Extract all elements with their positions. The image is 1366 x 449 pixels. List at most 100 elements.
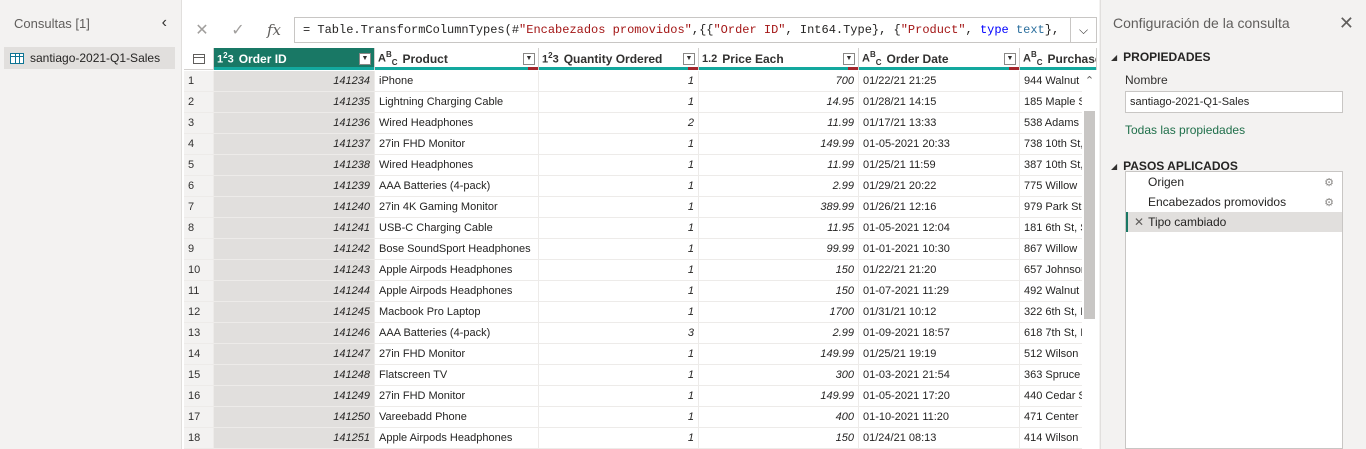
table-cell[interactable]: 149.99 xyxy=(699,134,859,155)
table-row[interactable]: 1 141234 iPhone 1 700 01/22/21 21:25 944 Walnu… xyxy=(184,71,1097,92)
table-cell[interactable]: Apple Airpods Headphones xyxy=(375,428,539,449)
close-icon[interactable]: ✕ xyxy=(1339,13,1354,34)
table-cell[interactable]: 141243 xyxy=(214,260,375,281)
table-cell[interactable]: 2.99 xyxy=(699,323,859,344)
table-cell[interactable]: 01-01-2021 10:30 xyxy=(859,239,1020,260)
table-cell[interactable]: 141251 xyxy=(214,428,375,449)
table-cell[interactable]: 01-03-2021 21:54 xyxy=(859,365,1020,386)
table-cell[interactable]: 01/25/21 11:59 xyxy=(859,155,1020,176)
all-properties-link[interactable]: Todas las propiedades xyxy=(1101,123,1366,137)
table-row[interactable]: 11 141244 Apple Airpods Headphones 1 150 01-0… xyxy=(184,281,1097,302)
table-cell[interactable]: 1 xyxy=(539,281,699,302)
table-cell[interactable]: 01-07-2021 11:29 xyxy=(859,281,1020,302)
table-cell[interactable]: Apple Airpods Headphones xyxy=(375,281,539,302)
table-cell[interactable]: 27in 4K Gaming Monitor xyxy=(375,197,539,218)
table-row[interactable]: 4 141237 27in FHD Monitor 1 149.99 01-05-2021… xyxy=(184,134,1097,155)
decimal-type-icon[interactable]: 1.2 xyxy=(702,53,717,65)
table-cell[interactable]: Bose SoundSport Headphones xyxy=(375,239,539,260)
integer-type-icon[interactable]: 123 xyxy=(542,51,559,66)
table-cell[interactable]: 141246 xyxy=(214,323,375,344)
applied-step[interactable]: Origen ⚙ xyxy=(1126,172,1342,192)
chevron-down-icon[interactable]: ⌵ xyxy=(1071,17,1097,43)
table-cell[interactable]: Wired Headphones xyxy=(375,113,539,134)
table-cell[interactable]: 11.99 xyxy=(699,155,859,176)
filter-dropdown-icon[interactable]: ▼ xyxy=(1004,52,1016,65)
filter-dropdown-icon[interactable]: ▼ xyxy=(683,52,695,65)
table-cell[interactable]: 14.95 xyxy=(699,92,859,113)
table-row[interactable]: 12 141245 Macbook Pro Laptop 1 1700 01/31/21 … xyxy=(184,302,1097,323)
column-header[interactable]: ABC Order Date ▼ xyxy=(859,48,1020,70)
table-cell[interactable]: 27in FHD Monitor xyxy=(375,344,539,365)
table-cell[interactable]: 141234 xyxy=(214,71,375,92)
chevron-left-icon[interactable]: ‹ xyxy=(162,14,167,32)
table-cell[interactable]: 1 xyxy=(539,407,699,428)
table-row[interactable]: 8 141241 USB-C Charging Cable 1 11.95 01-05-2… xyxy=(184,218,1097,239)
table-cell[interactable]: Macbook Pro Laptop xyxy=(375,302,539,323)
table-cell[interactable]: 141249 xyxy=(214,386,375,407)
properties-section[interactable]: ◢ PROPIEDADES xyxy=(1101,50,1366,64)
table-row[interactable]: 3 141236 Wired Headphones 2 11.99 01/17/21 13… xyxy=(184,113,1097,134)
table-cell[interactable]: 141250 xyxy=(214,407,375,428)
table-row[interactable]: 14 141247 27in FHD Monitor 1 149.99 01/25/21 … xyxy=(184,344,1097,365)
table-cell[interactable]: 27in FHD Monitor xyxy=(375,386,539,407)
table-cell[interactable]: 1 xyxy=(539,71,699,92)
table-cell[interactable]: 149.99 xyxy=(699,344,859,365)
table-cell[interactable]: 700 xyxy=(699,71,859,92)
table-cell[interactable]: Lightning Charging Cable xyxy=(375,92,539,113)
query-item[interactable]: santiago-2021-Q1-Sales xyxy=(4,47,175,69)
table-cell[interactable]: 150 xyxy=(699,428,859,449)
column-header[interactable]: ABC Product ▼ xyxy=(375,48,539,70)
table-cell[interactable]: 1 xyxy=(539,92,699,113)
cancel-icon[interactable]: ✕ xyxy=(184,16,220,44)
table-cell[interactable]: 141240 xyxy=(214,197,375,218)
check-icon[interactable]: ✓ xyxy=(220,16,256,44)
table-cell[interactable]: 1 xyxy=(539,239,699,260)
table-cell[interactable]: 300 xyxy=(699,365,859,386)
table-cell[interactable]: 141242 xyxy=(214,239,375,260)
table-cell[interactable]: 01/22/21 21:25 xyxy=(859,71,1020,92)
table-row[interactable]: 2 141235 Lightning Charging Cable 1 14.95 01/… xyxy=(184,92,1097,113)
table-cell[interactable]: 141239 xyxy=(214,176,375,197)
table-cell[interactable]: 141235 xyxy=(214,92,375,113)
table-cell[interactable]: AAA Batteries (4-pack) xyxy=(375,323,539,344)
column-header[interactable]: ABC Purchase A xyxy=(1020,48,1097,70)
table-cell[interactable]: 1 xyxy=(539,176,699,197)
table-cell[interactable]: 141237 xyxy=(214,134,375,155)
applied-step[interactable]: Encabezados promovidos ⚙ xyxy=(1126,192,1342,212)
table-cell[interactable]: 99.99 xyxy=(699,239,859,260)
table-cell[interactable]: 1 xyxy=(539,134,699,155)
table-row[interactable]: 5 141238 Wired Headphones 1 11.99 01/25/21 11… xyxy=(184,155,1097,176)
table-cell[interactable]: 1 xyxy=(539,428,699,449)
table-cell[interactable]: Vareebadd Phone xyxy=(375,407,539,428)
table-row[interactable]: 9 141242 Bose SoundSport Headphones 1 99.99 0… xyxy=(184,239,1097,260)
table-cell[interactable]: Apple Airpods Headphones xyxy=(375,260,539,281)
table-cell[interactable]: iPhone xyxy=(375,71,539,92)
table-cell[interactable]: 141244 xyxy=(214,281,375,302)
scroll-thumb[interactable] xyxy=(1084,111,1095,319)
table-cell[interactable]: 1 xyxy=(539,260,699,281)
table-cell[interactable]: 01/17/21 13:33 xyxy=(859,113,1020,134)
scroll-up-icon[interactable]: ⌃ xyxy=(1082,71,1097,89)
table-cell[interactable]: 150 xyxy=(699,281,859,302)
table-cell[interactable]: 141241 xyxy=(214,218,375,239)
table-cell[interactable]: 11.95 xyxy=(699,218,859,239)
name-field[interactable]: santiago-2021-Q1-Sales xyxy=(1125,91,1343,113)
table-cell[interactable]: 01-05-2021 12:04 xyxy=(859,218,1020,239)
fx-icon[interactable]: fx xyxy=(256,16,292,44)
filter-dropdown-icon[interactable]: ▼ xyxy=(359,52,371,65)
table-cell[interactable]: 149.99 xyxy=(699,386,859,407)
table-cell[interactable]: 1 xyxy=(539,218,699,239)
filter-dropdown-icon[interactable]: ▼ xyxy=(523,52,535,65)
table-cell[interactable]: 1 xyxy=(539,197,699,218)
table-cell[interactable]: 01-10-2021 11:20 xyxy=(859,407,1020,428)
text-type-icon[interactable]: ABC xyxy=(862,50,882,67)
table-cell[interactable]: 400 xyxy=(699,407,859,428)
column-header[interactable]: 1.2 Price Each ▼ xyxy=(699,48,859,70)
table-cell[interactable]: AAA Batteries (4-pack) xyxy=(375,176,539,197)
table-cell[interactable]: 01/28/21 14:15 xyxy=(859,92,1020,113)
filter-dropdown-icon[interactable]: ▼ xyxy=(843,52,855,65)
table-cell[interactable]: 141247 xyxy=(214,344,375,365)
table-cell[interactable]: 150 xyxy=(699,260,859,281)
table-cell[interactable]: 3 xyxy=(539,323,699,344)
table-cell[interactable]: 1700 xyxy=(699,302,859,323)
